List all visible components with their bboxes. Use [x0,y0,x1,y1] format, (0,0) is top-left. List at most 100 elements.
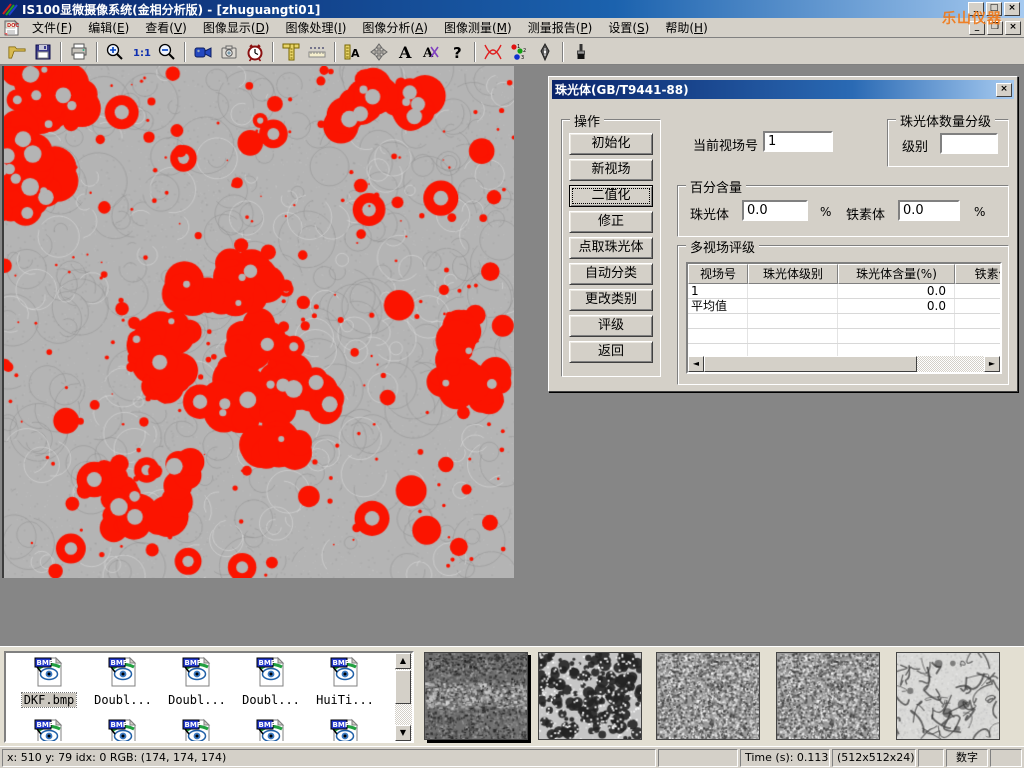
bmp-file-icon: BMP [180,655,214,692]
document-icon: DOC [2,19,22,37]
dialog-button-8[interactable]: 返回 [569,341,653,363]
video-camera-icon[interactable] [190,40,216,64]
toolbar-separator [562,42,564,62]
dialog-titlebar[interactable]: 珠光体(GB/T9441-88) × [552,80,1014,99]
table-column-header[interactable]: 视场号 [688,264,748,284]
scroll-up-button[interactable]: ▲ [395,653,411,669]
file-item-3[interactable]: BMPDoubl... [234,655,308,707]
timer-icon[interactable] [242,40,268,64]
table-hscrollbar[interactable]: ◄ ► [688,356,1000,372]
current-field-input[interactable] [763,131,833,152]
bmp-file-icon: BMP [328,655,362,692]
file-item-1[interactable]: BMPDoubl... [86,655,160,707]
text-icon[interactable]: A [392,40,418,64]
file-item-4[interactable]: BMPHuiTi... [308,655,382,707]
curve-tool-icon[interactable] [480,40,506,64]
camera-icon[interactable] [216,40,242,64]
status-mode: 数字 [946,749,988,767]
open-file-icon[interactable] [4,40,30,64]
grade-input[interactable] [940,133,998,154]
dialog-button-2[interactable]: 二值化 [569,185,653,207]
table-row[interactable]: 10.0 [688,284,1000,299]
classify-dots-icon[interactable]: 123 [506,40,532,64]
thumbnail-4[interactable] [776,652,880,740]
child-close-button[interactable]: × [1005,21,1021,35]
file-item-partial-1[interactable]: BMP [86,717,160,743]
svg-text:BMP: BMP [37,659,54,667]
menu-item-9[interactable]: 帮助(H) [657,19,715,37]
zoom-out-icon[interactable] [154,40,180,64]
actual-size-icon[interactable]: 1:1 [128,40,154,64]
ruler-icon[interactable] [304,40,330,64]
dialog-button-4[interactable]: 点取珠光体 [569,237,653,259]
thumbnail-2[interactable] [538,652,642,740]
menu-item-1[interactable]: 编辑(E) [80,19,137,37]
child-minimize-button[interactable]: _ [969,21,985,35]
measure-text-icon[interactable]: A [340,40,366,64]
menu-item-4[interactable]: 图像处理(I) [277,19,354,37]
thumbnail-1[interactable] [424,652,528,740]
menu-item-3[interactable]: 图像显示(D) [195,19,278,37]
dialog-button-3[interactable]: 修正 [569,211,653,233]
file-item-partial-2[interactable]: BMP [160,717,234,743]
text-format-icon[interactable]: A [418,40,444,64]
table-column-header[interactable]: 铁素体含量(%) [955,264,1002,284]
dialog-close-button[interactable]: × [996,83,1012,97]
hscroll-thumb[interactable] [704,356,917,372]
dialog-button-7[interactable]: 评级 [569,315,653,337]
move-icon[interactable] [366,40,392,64]
file-item-partial-3[interactable]: BMP [234,717,308,743]
thumbnail-5[interactable] [896,652,1000,740]
scroll-right-button[interactable]: ► [984,356,1000,372]
toolbar-separator [334,42,336,62]
ferrite-percent-input[interactable] [898,200,960,221]
dialog-button-6[interactable]: 更改类别 [569,289,653,311]
menu-item-7[interactable]: 测量报告(P) [520,19,601,37]
pen-icon[interactable] [532,40,558,64]
table-row[interactable]: 平均值0.0 [688,299,1000,314]
grade-group-label: 珠光体数量分级 [896,111,995,130]
multifield-group-label: 多视场评级 [686,237,759,256]
table-cell: 1 [688,284,748,298]
scroll-left-button[interactable]: ◄ [688,356,704,372]
file-item-2[interactable]: BMPDoubl... [160,655,234,707]
dialog-button-5[interactable]: 自动分类 [569,263,653,285]
table-column-header[interactable]: 珠光体含量(%) [838,264,955,284]
print-icon[interactable] [66,40,92,64]
table-column-header[interactable]: 珠光体级别 [748,264,838,284]
close-button[interactable]: × [1004,2,1020,16]
thumbnail-3[interactable] [656,652,760,740]
minimize-button[interactable]: _ [968,2,984,16]
micrograph-image[interactable] [2,66,514,578]
table-row[interactable] [688,329,1000,344]
table-cell [748,299,838,313]
brush-icon[interactable] [568,40,594,64]
svg-text:BMP: BMP [259,659,276,667]
menu-item-0[interactable]: 文件(F) [24,19,80,37]
rating-table[interactable]: 视场号珠光体级别珠光体含量(%)铁素体含量(%) 10.0平均值0.0 ◄ ► [686,262,1002,374]
zoom-in-icon[interactable] [102,40,128,64]
caliper-icon[interactable] [278,40,304,64]
menu-item-2[interactable]: 查看(V) [137,19,195,37]
table-cell [955,284,1002,298]
save-icon[interactable] [30,40,56,64]
pearlite-percent-input[interactable] [742,200,808,221]
menu-item-5[interactable]: 图像分析(A) [354,19,436,37]
vscroll-thumb[interactable] [395,670,411,704]
file-item-0[interactable]: BMPDKF.bmp [12,655,86,707]
menu-item-6[interactable]: 图像测量(M) [436,19,520,37]
dialog-button-0[interactable]: 初始化 [569,133,653,155]
maximize-button[interactable]: □ [986,2,1002,16]
child-restore-button[interactable]: ❐ [987,21,1003,35]
svg-text:BMP: BMP [111,721,128,729]
app-logo-icon [2,2,18,16]
help-icon[interactable]: ? [444,40,470,64]
file-item-partial-4[interactable]: BMP [308,717,382,743]
window-title: IS100显微摄像系统(金相分析版) - [zhuguangti01] [22,1,968,18]
menu-item-8[interactable]: 设置(S) [600,19,657,37]
table-row[interactable] [688,314,1000,329]
scroll-down-button[interactable]: ▼ [395,725,411,741]
filebox-vscrollbar[interactable]: ▲ ▼ [395,653,412,741]
dialog-button-1[interactable]: 新视场 [569,159,653,181]
file-item-partial-0[interactable]: BMP [12,717,86,743]
